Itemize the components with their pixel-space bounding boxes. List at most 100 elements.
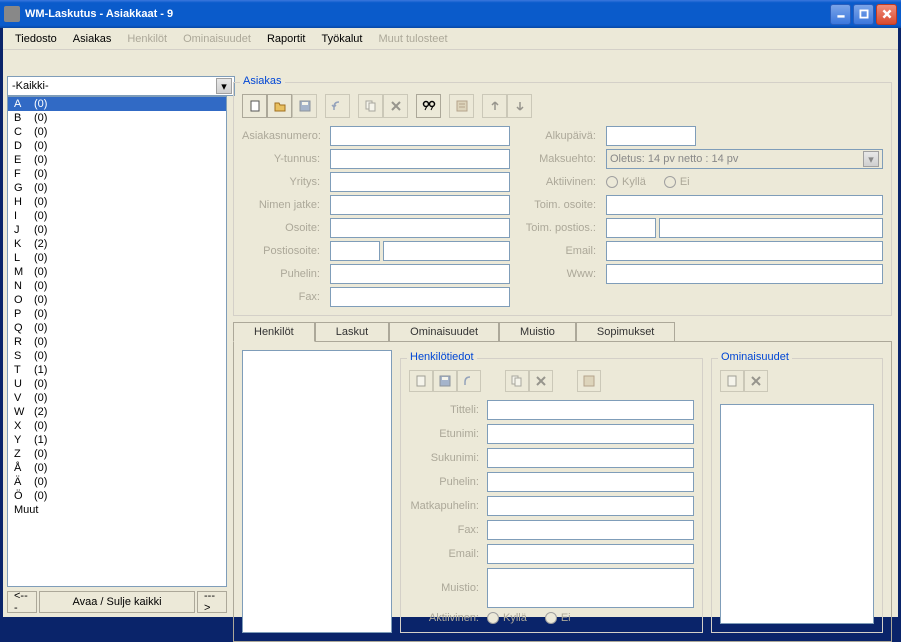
person-save-button[interactable] xyxy=(433,370,457,392)
down-button[interactable] xyxy=(507,94,532,118)
list-item[interactable]: S(0) xyxy=(8,349,226,363)
menu-tyokalut[interactable]: Työkalut xyxy=(313,31,370,47)
aktiivinen-kylla-radio[interactable]: Kyllä xyxy=(606,176,646,188)
tab-ominaisuudet[interactable]: Ominaisuudet xyxy=(389,322,499,342)
p-fax-input[interactable] xyxy=(487,520,694,540)
list-item[interactable]: J(0) xyxy=(8,223,226,237)
ominaisuudet-list[interactable] xyxy=(720,404,874,624)
search-button[interactable] xyxy=(416,94,441,118)
osoite-input[interactable] xyxy=(330,218,510,238)
p-email-input[interactable] xyxy=(487,544,694,564)
list-item[interactable]: U(0) xyxy=(8,377,226,391)
left-panel: -Kaikki- ▾ A(0)B(0)C(0)D(0)E(0)F(0)G(0)H… xyxy=(3,74,231,617)
list-item[interactable]: I(0) xyxy=(8,209,226,223)
list-item[interactable]: X(0) xyxy=(8,419,226,433)
list-item[interactable]: L(0) xyxy=(8,251,226,265)
menu-henkilot[interactable]: Henkilöt xyxy=(119,31,175,47)
nimenjatke-input[interactable] xyxy=(330,195,510,215)
menu-asiakas[interactable]: Asiakas xyxy=(65,31,120,47)
aktiivinen-ei-radio[interactable]: Ei xyxy=(664,176,690,188)
maksuehto-select[interactable]: Oletus: 14 pv netto : 14 pv ▾ xyxy=(606,149,883,169)
p-aktiivinen-ei-radio[interactable]: Ei xyxy=(545,612,571,624)
menu-ominaisuudet[interactable]: Ominaisuudet xyxy=(175,31,259,47)
list-item[interactable]: T(1) xyxy=(8,363,226,377)
list-item[interactable]: F(0) xyxy=(8,167,226,181)
minimize-button[interactable] xyxy=(830,4,851,25)
list-item[interactable]: A(0) xyxy=(8,97,226,111)
save-button[interactable] xyxy=(292,94,317,118)
list-item[interactable]: Z(0) xyxy=(8,447,226,461)
filter-value: -Kaikki- xyxy=(12,80,216,92)
list-item[interactable]: R(0) xyxy=(8,335,226,349)
list-item[interactable]: P(0) xyxy=(8,307,226,321)
alkupaiva-input[interactable] xyxy=(606,126,696,146)
matkapuhelin-input[interactable] xyxy=(487,496,694,516)
list-item[interactable]: Muut xyxy=(8,503,226,517)
list-item[interactable]: Y(1) xyxy=(8,433,226,447)
open-close-all-button[interactable]: Avaa / Sulje kaikki xyxy=(39,591,195,613)
tab-muistio[interactable]: Muistio xyxy=(499,322,576,342)
sukunimi-input[interactable] xyxy=(487,448,694,468)
postiosoite-code-input[interactable] xyxy=(330,241,380,261)
person-new-button[interactable] xyxy=(409,370,433,392)
om-new-button[interactable] xyxy=(720,370,744,392)
list-item[interactable]: C(0) xyxy=(8,125,226,139)
new-button[interactable] xyxy=(242,94,267,118)
person-delete-button[interactable] xyxy=(529,370,553,392)
toimpostios-code-input[interactable] xyxy=(606,218,656,238)
toimpostios-city-input[interactable] xyxy=(659,218,883,238)
www-input[interactable] xyxy=(606,264,883,284)
prev-page-button[interactable]: <--- xyxy=(7,591,37,613)
undo-button[interactable] xyxy=(325,94,350,118)
ytunnus-input[interactable] xyxy=(330,149,510,169)
person-copy-button[interactable] xyxy=(505,370,529,392)
tab-sopimukset[interactable]: Sopimukset xyxy=(576,322,675,342)
yritys-input[interactable] xyxy=(330,172,510,192)
tab-laskut[interactable]: Laskut xyxy=(315,322,389,342)
filter-dropdown[interactable]: -Kaikki- ▾ xyxy=(7,76,235,96)
list-item[interactable]: D(0) xyxy=(8,139,226,153)
list-item[interactable]: N(0) xyxy=(8,279,226,293)
p-puhelin-input[interactable] xyxy=(487,472,694,492)
tab-henkilot[interactable]: Henkilöt xyxy=(233,322,315,342)
list-item[interactable]: E(0) xyxy=(8,153,226,167)
list-item[interactable]: W(2) xyxy=(8,405,226,419)
maximize-button[interactable] xyxy=(853,4,874,25)
puhelin-input[interactable] xyxy=(330,264,510,284)
list-item[interactable]: Å(0) xyxy=(8,461,226,475)
next-page-button[interactable]: ---> xyxy=(197,591,227,613)
person-form-button[interactable] xyxy=(577,370,601,392)
menu-muut[interactable]: Muut tulosteet xyxy=(370,31,455,47)
delete-button[interactable] xyxy=(383,94,408,118)
asiakasnumero-input[interactable] xyxy=(330,126,510,146)
etunimi-input[interactable] xyxy=(487,424,694,444)
postiosoite-city-input[interactable] xyxy=(383,241,510,261)
up-button[interactable] xyxy=(482,94,507,118)
titteli-input[interactable] xyxy=(487,400,694,420)
list-item[interactable]: G(0) xyxy=(8,181,226,195)
p-muistio-input[interactable] xyxy=(487,568,694,608)
list-item[interactable]: Ä(0) xyxy=(8,475,226,489)
list-item[interactable]: V(0) xyxy=(8,391,226,405)
list-item[interactable]: B(0) xyxy=(8,111,226,125)
open-button[interactable] xyxy=(267,94,292,118)
form-button[interactable] xyxy=(449,94,474,118)
person-list[interactable] xyxy=(242,350,392,633)
fax-input[interactable] xyxy=(330,287,510,307)
close-button[interactable] xyxy=(876,4,897,25)
list-item[interactable]: O(0) xyxy=(8,293,226,307)
list-item[interactable]: K(2) xyxy=(8,237,226,251)
list-item[interactable]: M(0) xyxy=(8,265,226,279)
toimosoite-input[interactable] xyxy=(606,195,883,215)
customer-list[interactable]: A(0)B(0)C(0)D(0)E(0)F(0)G(0)H(0)I(0)J(0)… xyxy=(7,96,227,587)
menu-raportit[interactable]: Raportit xyxy=(259,31,314,47)
p-aktiivinen-kylla-radio[interactable]: Kyllä xyxy=(487,612,527,624)
list-item[interactable]: Ö(0) xyxy=(8,489,226,503)
list-item[interactable]: Q(0) xyxy=(8,321,226,335)
copy-button[interactable] xyxy=(358,94,383,118)
list-item[interactable]: H(0) xyxy=(8,195,226,209)
email-input[interactable] xyxy=(606,241,883,261)
person-undo-button[interactable] xyxy=(457,370,481,392)
menu-tiedosto[interactable]: Tiedosto xyxy=(7,31,65,47)
om-delete-button[interactable] xyxy=(744,370,768,392)
